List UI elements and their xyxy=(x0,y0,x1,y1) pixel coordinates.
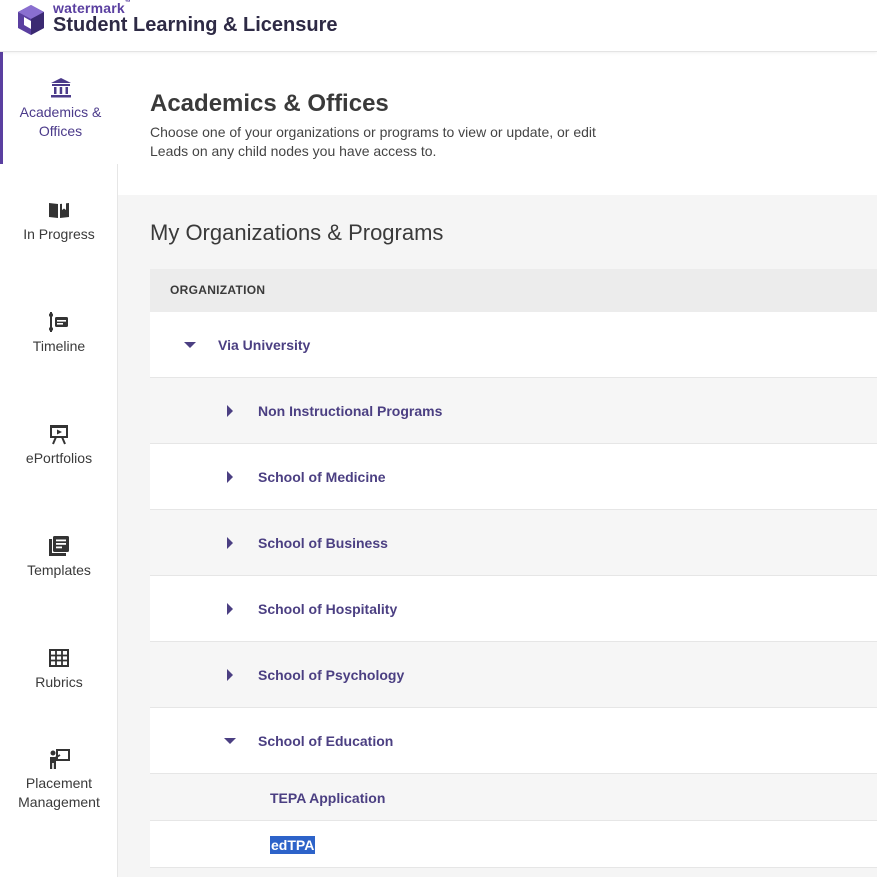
sidebar-item-placement-management[interactable]: Placement Management xyxy=(0,748,118,860)
easel-icon xyxy=(50,425,68,445)
page-description: Choose one of your organizations or prog… xyxy=(150,124,596,159)
table-row[interactable]: School of Psychology xyxy=(150,642,877,708)
sidebar-nav: Academics &Offices In Progress Timeline xyxy=(0,52,118,877)
column-header-organization[interactable]: ORGANIZATION xyxy=(150,269,877,312)
sidebar-item-label: Academics & Offices xyxy=(19,104,102,139)
section-title: My Organizations & Programs xyxy=(150,220,444,245)
sidebar-item-label: ePortfolios xyxy=(25,450,93,466)
row-label[interactable]: Non Instructional Programs xyxy=(258,403,442,419)
sidebar-item-in-progress[interactable]: In Progress xyxy=(0,199,118,311)
sidebar-item-timeline[interactable]: Timeline xyxy=(0,311,118,423)
table-row[interactable]: Via University xyxy=(150,312,877,378)
sidebar-item-templates[interactable]: Templates xyxy=(0,535,118,647)
template-icon xyxy=(49,536,69,556)
caret-right-icon[interactable] xyxy=(223,602,237,616)
sidebar-item-label: Templates xyxy=(27,562,91,578)
page-header: Academics & Offices Choose one of your o… xyxy=(118,52,877,195)
sidebar-item-label: Rubrics xyxy=(35,674,83,690)
row-label-selected[interactable]: edTPA xyxy=(270,836,316,854)
sidebar-item-partial[interactable] xyxy=(48,871,68,877)
sidebar-item-label: Timeline xyxy=(32,338,86,354)
sidebar-item-eportfolios[interactable]: ePortfolios xyxy=(0,423,118,535)
caret-down-icon[interactable] xyxy=(183,338,197,352)
sidebar-item-label: In Progress xyxy=(23,226,95,242)
table-row[interactable]: Non Instructional Programs xyxy=(150,378,877,444)
bank-icon xyxy=(50,78,71,98)
table-row[interactable]: School of Hospitality xyxy=(150,576,877,642)
caret-right-icon[interactable] xyxy=(223,668,237,682)
sidebar-item-academics-offices[interactable]: Academics & Offices xyxy=(0,52,118,164)
table-row[interactable]: School of Medicine xyxy=(150,444,877,510)
caret-right-icon[interactable] xyxy=(223,404,237,418)
organization-table: ORGANIZATION Via University Non Instruct… xyxy=(150,269,877,868)
row-label[interactable]: TEPA Application xyxy=(270,790,385,806)
page-title: Academics & Offices xyxy=(150,90,389,117)
row-label[interactable]: School of Hospitality xyxy=(258,601,397,617)
caret-right-icon[interactable] xyxy=(223,536,237,550)
presenter-icon xyxy=(50,749,70,769)
row-label[interactable]: Via University xyxy=(218,337,310,353)
table-row[interactable]: edTPA xyxy=(150,821,877,868)
app-header: watermark™ Student Learning & Licensure xyxy=(0,0,877,52)
app-title: Student Learning & Licensure xyxy=(53,14,338,36)
row-label[interactable]: School of Psychology xyxy=(258,667,404,683)
table-row[interactable]: School of Education xyxy=(150,708,877,774)
row-label[interactable]: School of Business xyxy=(258,535,388,551)
grid-icon xyxy=(49,649,69,667)
table-row[interactable]: TEPA Application xyxy=(150,774,877,821)
watermark-logo-icon[interactable] xyxy=(14,3,48,37)
row-label[interactable]: School of Education xyxy=(258,733,393,749)
caret-down-icon[interactable] xyxy=(223,734,237,748)
row-label[interactable]: School of Medicine xyxy=(258,469,386,485)
timeline-icon xyxy=(49,312,68,332)
open-book-icon xyxy=(49,203,69,218)
caret-right-icon[interactable] xyxy=(223,470,237,484)
sidebar-item-label: Placement Management xyxy=(18,775,100,810)
table-row[interactable]: School of Business xyxy=(150,510,877,576)
sidebar-item-rubrics[interactable]: Rubrics xyxy=(0,647,118,759)
